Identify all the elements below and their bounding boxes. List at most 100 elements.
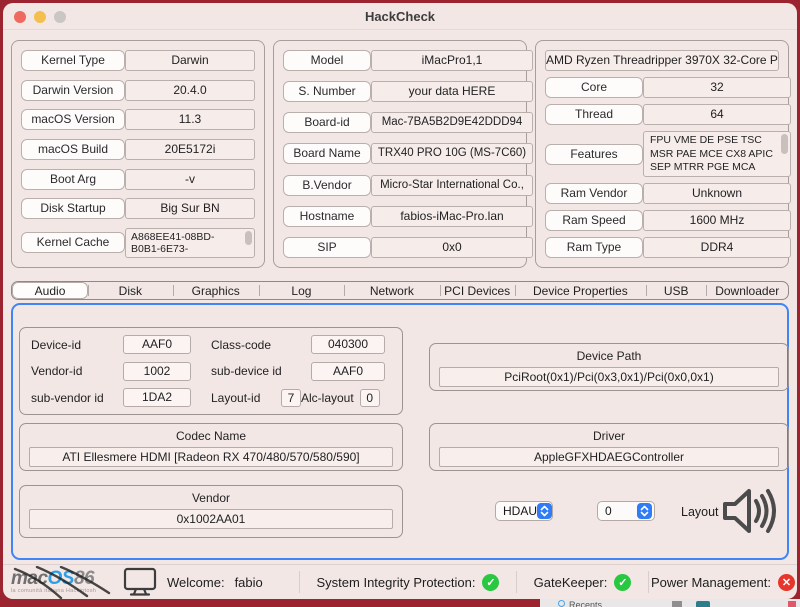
welcome-user: fabio	[235, 575, 263, 590]
stepper-icon	[537, 503, 552, 519]
logo-tagline: la comunità italiana Hackintosh	[11, 588, 123, 594]
field-value: 0x0	[371, 237, 533, 258]
power-management-section: Power Management: ✕	[649, 574, 797, 591]
info-row: macOS Build 20E5172i	[21, 139, 255, 160]
layout-number-select[interactable]: 0	[597, 501, 655, 521]
layout-label: Layout	[681, 505, 719, 519]
cpu-features-scroll-field[interactable]: FPU VME DE PSE TSC MSR PAE MCE CX8 APIC …	[643, 131, 791, 177]
field-label: Device-id	[31, 338, 123, 352]
device-path-group: Device Path PciRoot(0x1)/Pci(0x3,0x1)/Pc…	[429, 343, 789, 391]
welcome-section: Welcome: fabio	[123, 567, 299, 597]
tab-log[interactable]: Log	[259, 282, 344, 299]
ids-row: Device-id AAF0 Class-code 040300	[31, 335, 391, 354]
info-row: Thread 64	[545, 104, 779, 125]
field-value: 64	[643, 104, 791, 125]
field-label: Alc-layout	[301, 391, 354, 405]
field-value: your data HERE	[371, 81, 533, 102]
zoom-button[interactable]	[54, 11, 66, 23]
info-row: Features FPU VME DE PSE TSC MSR PAE MCE …	[545, 131, 779, 177]
monitor-icon	[123, 567, 157, 597]
board-panel: Model iMacPro1,1 S. Number your data HER…	[273, 40, 527, 268]
info-row: SIP 0x0	[283, 237, 517, 258]
ids-row: sub-vendor id 1DA2 Layout-id 7 Alc-layou…	[31, 388, 391, 407]
speaker-icon[interactable]	[719, 483, 781, 544]
info-row: macOS Version 11.3	[21, 109, 255, 130]
sip-label: System Integrity Protection:	[317, 575, 476, 590]
info-row: S. Number your data HERE	[283, 81, 517, 102]
hdau-select-value: HDAU	[503, 504, 537, 518]
info-row: Kernel Cache A868EE41-08BD-B0B1-6E73-01C…	[21, 228, 255, 258]
tab-audio[interactable]: Audio	[12, 282, 88, 299]
field-label: Core	[545, 77, 643, 98]
gatekeeper-label: GateKeeper:	[534, 575, 608, 590]
power-management-label: Power Management:	[651, 575, 771, 590]
field-value: FPU VME DE PSE TSC MSR PAE MCE CX8 APIC …	[650, 134, 775, 175]
title-bar: HackCheck	[3, 3, 797, 30]
info-row: Board Name TRX40 PRO 10G (MS-7C60)	[283, 143, 517, 164]
field-label: Ram Vendor	[545, 183, 643, 204]
field-label: Darwin Version	[21, 80, 125, 101]
field-value: TRX40 PRO 10G (MS-7C60)	[371, 143, 533, 164]
device-id-field: AAF0	[123, 335, 191, 354]
info-row: Model iMacPro1,1	[283, 50, 517, 71]
background-icon	[672, 601, 682, 607]
field-value: 32	[643, 77, 791, 98]
alc-layout-field: 0	[360, 389, 380, 407]
field-label: Layout-id	[211, 391, 275, 405]
field-value: 20E5172i	[125, 139, 255, 160]
tab-usb[interactable]: USB	[646, 282, 707, 299]
tab-device-properties[interactable]: Device Properties	[515, 282, 646, 299]
class-code-field: 040300	[311, 335, 385, 354]
group-title: Codec Name	[20, 429, 402, 443]
minimize-button[interactable]	[34, 11, 46, 23]
device-path-field: PciRoot(0x1)/Pci(0x3,0x1)/Pci(0x0,0x1)	[439, 367, 779, 387]
field-value: Unknown	[643, 183, 791, 204]
info-row: Core 32	[545, 77, 779, 98]
info-row: AMD Ryzen Threadripper 3970X 32-Core Pro…	[545, 50, 779, 71]
stepper-icon	[637, 503, 652, 519]
field-value: DDR4	[643, 237, 791, 258]
field-label: Hostname	[283, 206, 371, 227]
info-row: Boot Arg -v	[21, 169, 255, 190]
info-row: Ram Vendor Unknown	[545, 183, 779, 204]
group-title: Driver	[430, 429, 788, 443]
field-label: Model	[283, 50, 371, 71]
field-value: 1600 MHz	[643, 210, 791, 231]
scrollbar-thumb[interactable]	[245, 231, 252, 245]
field-value: 11.3	[125, 109, 255, 130]
hackcheck-window: HackCheck Kernel Type Darwin Darwin Vers…	[3, 3, 797, 599]
field-label: S. Number	[283, 81, 371, 102]
scrollbar-thumb[interactable]	[781, 134, 788, 154]
status-bar: macOS86 la comunità italiana Hackintosh …	[3, 564, 797, 599]
codec-name-group: Codec Name ATI Ellesmere HDMI [Radeon RX…	[19, 423, 403, 471]
traffic-lights	[14, 11, 66, 23]
tab-graphics[interactable]: Graphics	[173, 282, 259, 299]
field-value: fabios-iMac-Pro.lan	[371, 206, 533, 227]
x-circle-icon: ✕	[778, 574, 795, 591]
field-value: Big Sur BN	[125, 198, 255, 219]
kernel-panel: Kernel Type Darwin Darwin Version 20.4.0…	[11, 40, 265, 268]
tab-network[interactable]: Network	[344, 282, 439, 299]
hdau-select[interactable]: HDAU	[495, 501, 553, 521]
info-row: Ram Type DDR4	[545, 237, 779, 258]
check-circle-icon: ✓	[614, 574, 631, 591]
field-label: macOS Build	[21, 139, 125, 160]
processor-name-field: AMD Ryzen Threadripper 3970X 32-Core Pro…	[545, 50, 779, 71]
tab-disk[interactable]: Disk	[88, 282, 173, 299]
info-panels: Kernel Type Darwin Darwin Version 20.4.0…	[11, 40, 789, 268]
field-label: Kernel Cache	[21, 232, 125, 253]
info-row: Board-id Mac-7BA5B2D9E42DDD94	[283, 112, 517, 133]
vendor-group: Vendor 0x1002AA01	[19, 485, 403, 538]
tab-bar: Audio Disk Graphics Log Network PCI Devi…	[11, 281, 789, 300]
field-value: -v	[125, 169, 255, 190]
tab-downloader[interactable]: Downloader	[706, 282, 788, 299]
field-label: Features	[545, 144, 643, 165]
codec-name-field: ATI Ellesmere HDMI [Radeon RX 470/480/57…	[29, 447, 393, 467]
background-icon	[696, 601, 710, 607]
field-value: Micro-Star International Co.,	[371, 175, 533, 196]
field-label: B.Vendor	[283, 175, 371, 196]
kernel-cache-scroll-field[interactable]: A868EE41-08BD-B0B1-6E73-01CD10FE6	[125, 228, 255, 258]
close-button[interactable]	[14, 11, 26, 23]
macos86-logo: macOS86 la comunità italiana Hackintosh	[3, 570, 123, 594]
tab-pci-devices[interactable]: PCI Devices	[440, 282, 515, 299]
